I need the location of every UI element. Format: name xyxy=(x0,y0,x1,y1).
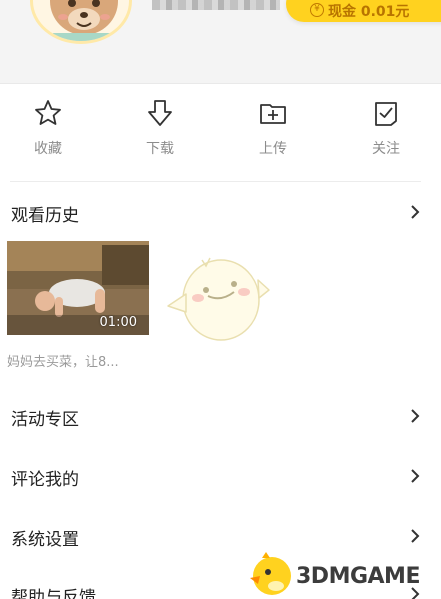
comments-row[interactable]: 评论我的 xyxy=(0,456,441,496)
folder-plus-icon xyxy=(260,104,286,124)
help-feedback-label: 帮助与反馈 xyxy=(11,588,96,599)
divider xyxy=(10,181,421,182)
username-blurred xyxy=(152,0,280,10)
comments-label: 评论我的 xyxy=(11,470,79,490)
download-label: 下载 xyxy=(146,141,174,157)
chick-logo-icon xyxy=(250,552,291,595)
download-button[interactable]: 下载 xyxy=(120,98,200,164)
history-video-title[interactable]: 妈妈去买菜，让8... xyxy=(7,351,119,370)
activity-zone-label: 活动专区 xyxy=(11,410,79,430)
chevron-right-icon xyxy=(411,205,420,219)
yen-coin-icon: ¥ xyxy=(310,3,324,17)
bear-avatar-icon xyxy=(50,0,118,41)
avatar[interactable] xyxy=(30,0,132,44)
activity-zone-row[interactable]: 活动专区 xyxy=(0,396,441,436)
settings-label: 系统设置 xyxy=(11,530,79,550)
watch-history-row[interactable]: 观看历史 xyxy=(0,192,441,232)
cash-balance-button[interactable]: ¥ 现金 0.01元 xyxy=(286,0,441,22)
star-icon xyxy=(35,100,61,125)
download-arrow-icon xyxy=(148,100,172,126)
chevron-right-icon xyxy=(411,529,420,543)
upload-label: 上传 xyxy=(259,141,287,157)
watch-history-label: 观看历史 xyxy=(11,206,79,226)
profile-page: ¥ 现金 0.01元 收藏 下载 上传 关注 观看历史 01:00 妈妈去买菜，… xyxy=(0,0,441,599)
chevron-right-icon xyxy=(411,409,420,423)
mascot-icon xyxy=(167,257,270,341)
favorites-button[interactable]: 收藏 xyxy=(8,98,88,164)
history-video-thumbnail[interactable]: 01:00 xyxy=(7,241,149,335)
upload-button[interactable]: 上传 xyxy=(233,98,313,164)
favorites-label: 收藏 xyxy=(34,141,62,157)
cash-balance-label: 现金 0.01元 xyxy=(328,4,410,20)
video-duration: 01:00 xyxy=(99,315,137,330)
follow-label: 关注 xyxy=(372,141,400,157)
watermark-text: 3DMGAME xyxy=(296,564,420,589)
action-row: 收藏 下载 上传 关注 xyxy=(0,98,441,168)
profile-header: ¥ 现金 0.01元 xyxy=(0,0,441,84)
follow-button[interactable]: 关注 xyxy=(346,98,426,164)
chevron-right-icon xyxy=(411,469,420,483)
checkbox-icon xyxy=(375,102,397,126)
watermark: 3DMGAME xyxy=(246,550,441,598)
